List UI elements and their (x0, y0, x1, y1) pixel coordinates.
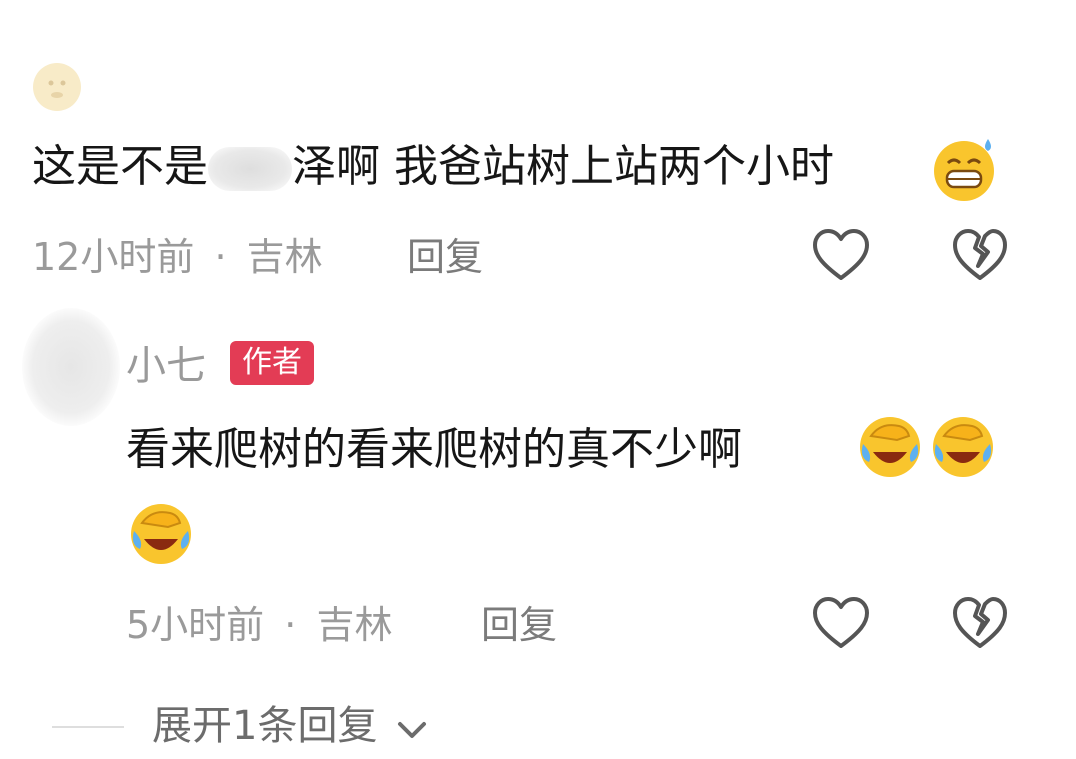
comment-text-part: 泽啊 我爸站树上站两个小时 (292, 141, 834, 192)
expand-divider (52, 726, 124, 728)
author-name[interactable]: 小七 (126, 346, 206, 386)
facepalm-laugh-icon (928, 410, 998, 480)
facepalm-laugh-icon (126, 497, 196, 567)
meta-separator: · (214, 235, 227, 279)
comment-meta: 12小时前 · 吉林 (32, 238, 323, 276)
like-heart-icon[interactable] (812, 596, 870, 650)
comment-location: 吉林 (246, 235, 323, 279)
grinning-sweat-icon (930, 135, 998, 203)
comment-text: 这是不是 泽啊 我爸站树上站两个小时 (32, 145, 834, 191)
comment-text-part: 这是不是 (32, 141, 208, 192)
author-badge: 作者 (230, 341, 314, 385)
dislike-broken-heart-icon[interactable] (952, 228, 1008, 282)
meta-separator: · (284, 603, 297, 647)
avatar[interactable] (32, 62, 82, 112)
reply-time: 5小时前 (126, 603, 265, 647)
reply-button[interactable]: 回复 (407, 238, 483, 276)
reply-text: 看来爬树的看来爬树的真不少啊 (126, 424, 742, 475)
reply-button[interactable]: 回复 (481, 606, 557, 644)
like-heart-icon[interactable] (812, 228, 870, 282)
chevron-down-icon (396, 708, 428, 748)
avatar[interactable] (22, 308, 120, 426)
facepalm-laugh-icon (855, 410, 925, 480)
expand-replies-button[interactable]: 展开1条回复 (152, 706, 428, 748)
expand-replies-label: 展开1条回复 (152, 703, 378, 749)
dislike-broken-heart-icon[interactable] (952, 596, 1008, 650)
reply-location: 吉林 (316, 603, 393, 647)
comment-time: 12小时前 (32, 235, 195, 279)
reply-meta: 5小时前 · 吉林 (126, 606, 392, 644)
redacted-blur (208, 147, 292, 191)
